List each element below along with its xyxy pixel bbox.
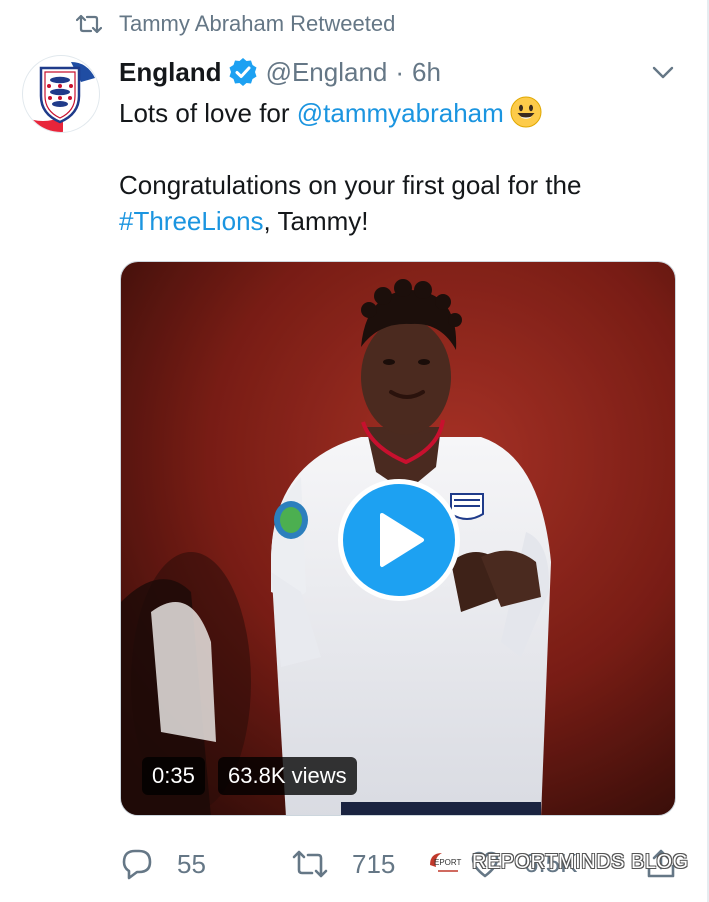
avatar[interactable] [22, 55, 100, 133]
video-player[interactable]: 0:35 63.8K views [120, 261, 676, 816]
watermark: EPORT REPORTMINDS BLOG [426, 842, 689, 882]
reply-icon [122, 849, 152, 880]
reply-button[interactable]: 55 [121, 848, 206, 880]
tweet-header: England @England · 6h [119, 52, 441, 92]
play-button[interactable] [338, 479, 460, 601]
retweet-context[interactable]: Tammy Abraham Retweeted [76, 8, 395, 40]
tweet-text-line-1: Lots of love for @tammyabraham [119, 95, 542, 131]
tweet-timestamp[interactable]: 6h [412, 57, 441, 88]
watermark-text: REPORTMINDS BLOG [472, 850, 689, 873]
retweet-icon [292, 850, 328, 878]
video-duration: 0:35 [142, 757, 205, 795]
hashtag-link[interactable]: #ThreeLions [119, 206, 264, 236]
smiley-emoji-icon [510, 96, 542, 128]
tweet-text-line-3: #ThreeLions, Tammy! [119, 203, 369, 239]
video-views: 63.8K views [218, 757, 357, 795]
text-segment: , Tammy! [263, 206, 369, 236]
watermark-logo-icon: EPORT [430, 853, 462, 872]
retweet-icon [76, 14, 102, 34]
retweet-label: Tammy Abraham Retweeted [119, 11, 396, 36]
author-name[interactable]: England [119, 57, 222, 88]
retweet-count: 715 [352, 848, 396, 879]
chevron-down-icon[interactable] [650, 60, 676, 84]
author-handle[interactable]: @England [266, 57, 388, 88]
tweet-text-line-2: Congratulations on your first goal for t… [119, 170, 582, 200]
england-crest-icon [23, 62, 95, 132]
separator-dot: · [395, 56, 405, 87]
watermark-logo-text: EPORT [434, 858, 462, 867]
verified-badge-icon [229, 58, 257, 86]
text-segment: Lots of love for [119, 98, 297, 128]
play-icon [380, 513, 424, 567]
mention-link[interactable]: @tammyabraham [297, 98, 504, 128]
reply-count: 55 [177, 848, 206, 879]
retweet-button[interactable]: 715 [292, 848, 395, 880]
